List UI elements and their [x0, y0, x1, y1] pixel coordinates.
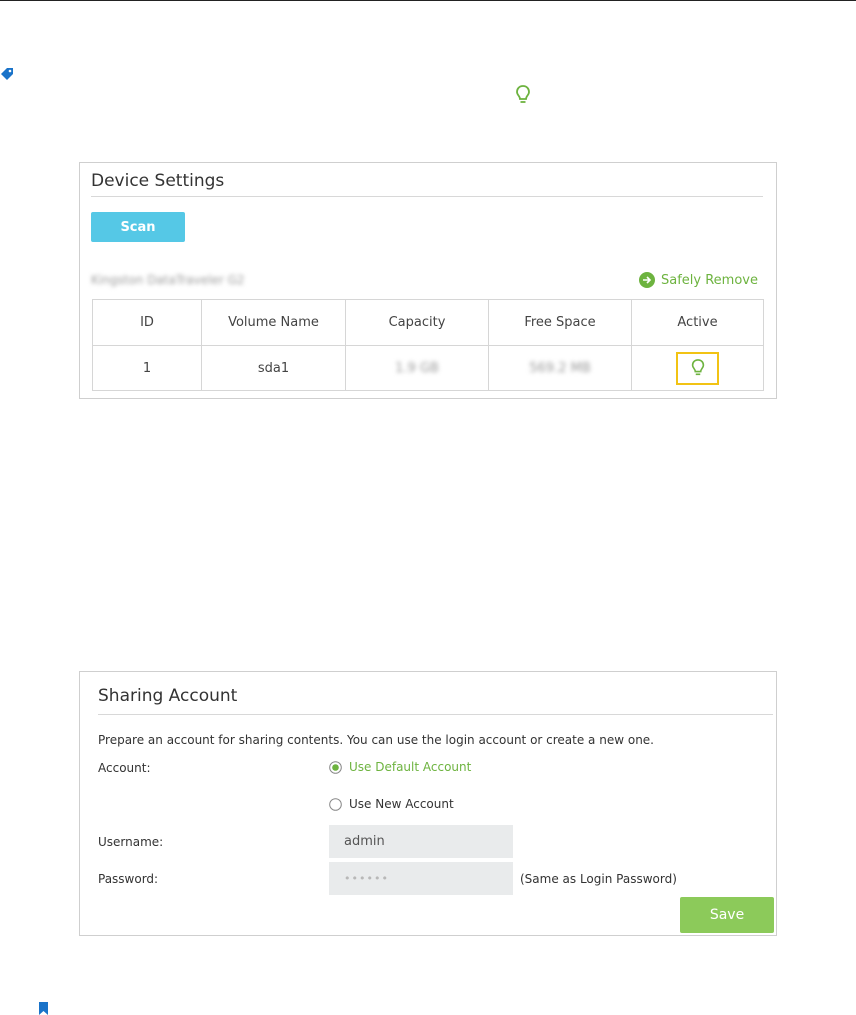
radio-selected-icon: [329, 760, 342, 774]
column-header-id: ID: [92, 299, 202, 346]
cell-capacity: 1.9 GB: [345, 345, 489, 391]
safely-remove-link[interactable]: Safely Remove: [639, 272, 758, 288]
sharing-account-panel: Sharing Account Prepare an account for s…: [79, 671, 777, 936]
radio-use-new-account[interactable]: Use New Account: [329, 797, 454, 811]
cell-free-space: 569.2 MB: [488, 345, 632, 391]
radio-default-label: Use Default Account: [349, 760, 472, 774]
sharing-description: Prepare an account for sharing contents.…: [98, 733, 654, 747]
arrow-right-circle-icon: [639, 272, 655, 288]
column-header-volume-name: Volume Name: [201, 299, 346, 346]
device-table: ID Volume Name Capacity Free Space Activ…: [92, 299, 764, 391]
scan-button[interactable]: Scan: [91, 212, 185, 242]
tag-icon: [1, 68, 13, 80]
radio-unselected-icon: [329, 797, 342, 811]
title-divider: [91, 196, 763, 197]
title-divider: [98, 714, 773, 715]
password-label: Password:: [98, 872, 159, 886]
column-header-active: Active: [631, 299, 764, 346]
radio-use-default-account[interactable]: Use Default Account: [329, 760, 471, 774]
sharing-account-title: Sharing Account: [98, 686, 238, 706]
device-settings-panel: Device Settings Scan Kingston DataTravel…: [79, 162, 777, 399]
bulb-icon: [691, 359, 704, 376]
account-label: Account:: [98, 761, 151, 775]
column-header-free-space: Free Space: [488, 299, 632, 346]
password-field[interactable]: ••••••: [329, 862, 513, 895]
table-header-row: ID Volume Name Capacity Free Space Activ…: [92, 299, 764, 346]
active-highlight[interactable]: [676, 351, 719, 385]
username-label: Username:: [98, 835, 164, 849]
bookmark-icon: [39, 1002, 48, 1015]
device-settings-title: Device Settings: [91, 171, 225, 191]
cell-active: [631, 345, 764, 391]
cell-volume-name: sda1: [201, 345, 346, 391]
bulb-icon: [516, 85, 530, 103]
top-rule: [0, 0, 856, 1]
password-hint: (Same as Login Password): [520, 872, 677, 886]
safely-remove-label: Safely Remove: [661, 272, 758, 288]
cell-id: 1: [92, 345, 202, 391]
save-button[interactable]: Save: [680, 897, 774, 933]
column-header-capacity: Capacity: [345, 299, 489, 346]
table-row: 1 sda1 1.9 GB 569.2 MB: [92, 345, 764, 391]
username-field[interactable]: admin: [329, 825, 513, 858]
device-name: Kingston DataTraveler G2: [91, 273, 245, 287]
radio-new-label: Use New Account: [349, 797, 454, 811]
